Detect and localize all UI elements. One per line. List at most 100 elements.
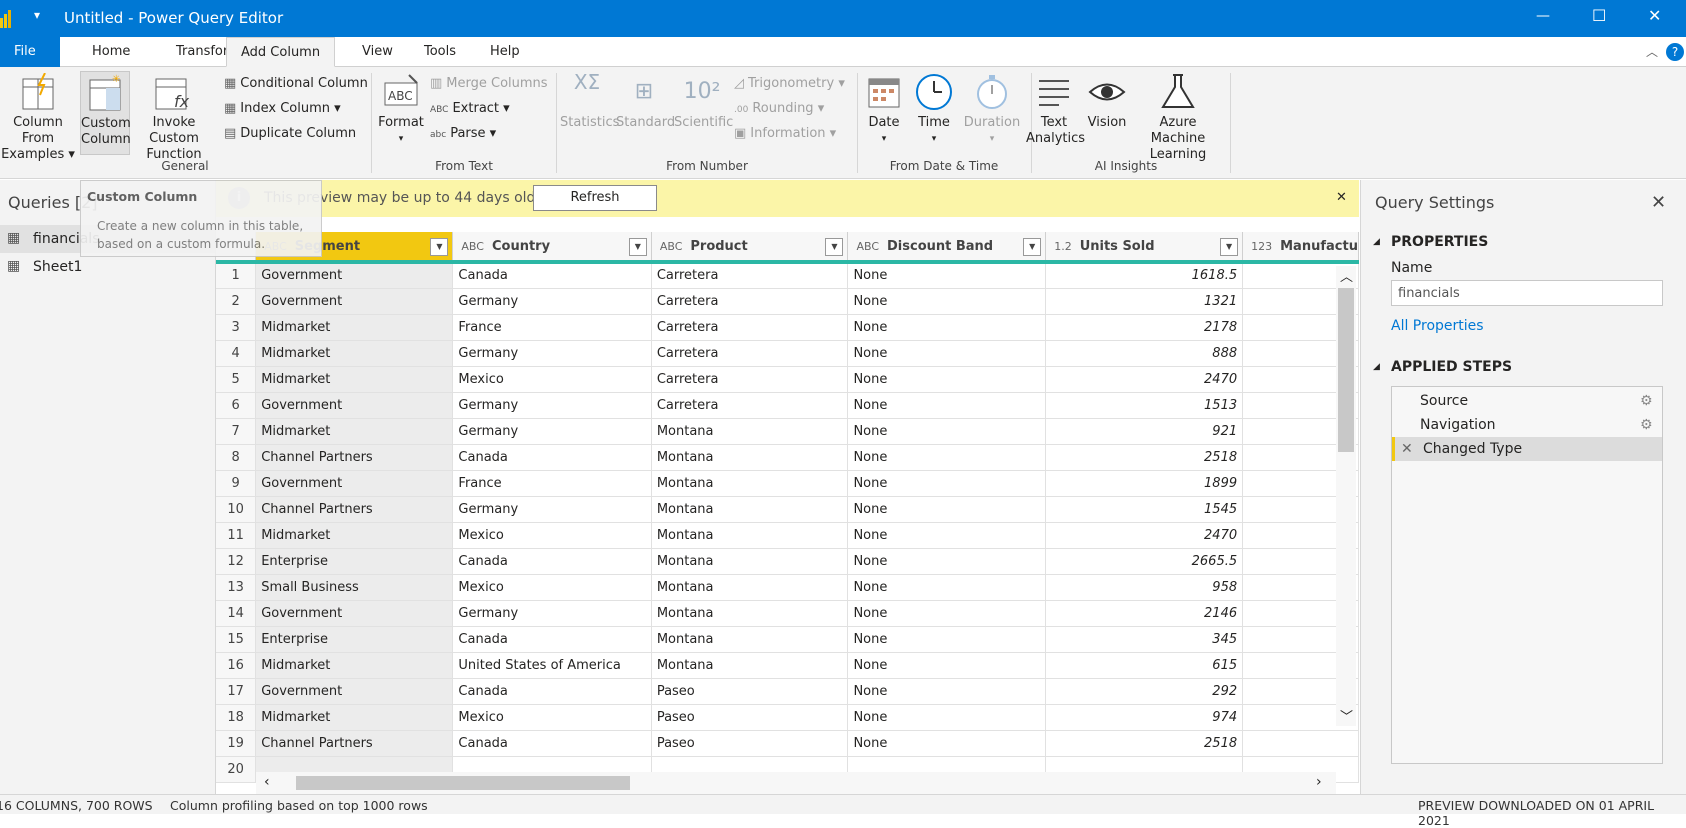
cell-manufacturing[interactable] — [1242, 730, 1359, 757]
row-number[interactable]: 20 — [216, 756, 257, 783]
integer-type-icon[interactable]: 123 — [1251, 240, 1272, 253]
cell-product[interactable]: Montana — [651, 652, 849, 679]
cell-product[interactable]: Montana — [651, 496, 849, 523]
step-source[interactable]: Source ⚙ — [1392, 389, 1662, 413]
scroll-right-icon[interactable]: › — [1316, 774, 1322, 790]
cell-product[interactable]: Carretera — [651, 262, 849, 289]
cell-segment[interactable]: Channel Partners — [255, 496, 454, 523]
cell-discount-band[interactable]: None — [847, 288, 1047, 315]
dismiss-message-icon[interactable]: ✕ — [1336, 190, 1347, 205]
tab-view[interactable]: View — [348, 37, 407, 67]
column-header-product[interactable]: ABC Product ▼ — [651, 232, 849, 264]
custom-column-button[interactable]: ✳ Custom Column — [80, 71, 131, 155]
cell-units-sold[interactable]: 292 — [1045, 678, 1244, 705]
cell-units-sold[interactable]: 1545 — [1045, 496, 1244, 523]
row-number[interactable]: 2 — [216, 288, 257, 315]
applied-steps-collapse-icon[interactable]: ◢ — [1373, 362, 1380, 372]
cell-country[interactable]: Germany — [452, 418, 652, 445]
cell-country[interactable]: Canada — [452, 730, 652, 757]
column-header-discount-band[interactable]: ABC Discount Band ▼ — [847, 232, 1047, 264]
scientific-button[interactable]: 10² Scientific — [674, 71, 733, 131]
column-header-country[interactable]: ABC Country ▼ — [452, 232, 652, 264]
cell-segment[interactable]: Enterprise — [255, 626, 454, 653]
standard-button[interactable]: ⊞ Standard — [616, 71, 675, 131]
row-number[interactable]: 11 — [216, 522, 257, 549]
maximize-button[interactable]: ☐ — [1592, 6, 1606, 25]
cell-segment[interactable]: Government — [255, 262, 454, 289]
cell-discount-band[interactable]: None — [847, 626, 1047, 653]
row-number[interactable]: 4 — [216, 340, 257, 367]
text-type-icon[interactable]: ABC — [461, 240, 484, 253]
cell-country[interactable]: Mexico — [452, 574, 652, 601]
cell-units-sold[interactable]: 921 — [1045, 418, 1244, 445]
parse-button[interactable]: abc Parse ▾ — [430, 123, 496, 145]
row-number[interactable]: 15 — [216, 626, 257, 653]
cell-segment[interactable]: Government — [255, 600, 454, 627]
name-field[interactable]: financials — [1391, 280, 1663, 306]
cell-product[interactable]: Montana — [651, 574, 849, 601]
duplicate-column-button[interactable]: ▤ Duplicate Column — [224, 123, 356, 145]
cell-discount-band[interactable]: None — [847, 496, 1047, 523]
step-navigation[interactable]: Navigation ⚙ — [1392, 413, 1662, 437]
cell-units-sold[interactable]: 2665.5 — [1045, 548, 1244, 575]
scroll-left-icon[interactable]: ‹ — [264, 774, 270, 790]
cell-product[interactable]: Montana — [651, 626, 849, 653]
vertical-scrollbar[interactable]: ︿ ﹀ — [1336, 266, 1356, 726]
tab-help[interactable]: Help — [476, 37, 534, 67]
all-properties-link[interactable]: All Properties — [1391, 318, 1484, 334]
cell-product[interactable]: Montana — [651, 548, 849, 575]
conditional-column-button[interactable]: ▦ Conditional Column — [224, 73, 368, 95]
scroll-thumb[interactable] — [1338, 288, 1354, 452]
cell-country[interactable]: United States of America — [452, 652, 652, 679]
filter-dropdown-icon[interactable]: ▼ — [430, 238, 449, 256]
row-number[interactable]: 6 — [216, 392, 257, 419]
cell-segment[interactable]: Midmarket — [255, 366, 454, 393]
rounding-button[interactable]: .00 Rounding ▾ — [734, 98, 824, 120]
row-number[interactable]: 13 — [216, 574, 257, 601]
time-button[interactable]: Time ▾ — [910, 71, 958, 147]
minimize-button[interactable]: — — [1536, 8, 1550, 24]
filter-dropdown-icon[interactable]: ▼ — [1023, 238, 1042, 256]
cell-product[interactable]: Carretera — [651, 366, 849, 393]
properties-collapse-icon[interactable]: ◢ — [1373, 237, 1380, 247]
cell-segment[interactable]: Government — [255, 678, 454, 705]
cell-discount-band[interactable]: None — [847, 470, 1047, 497]
text-type-icon[interactable]: ABC — [856, 240, 879, 253]
cell-product[interactable]: Paseo — [651, 704, 849, 731]
row-number[interactable]: 3 — [216, 314, 257, 341]
refresh-button[interactable]: Refresh — [533, 185, 657, 211]
cell-discount-band[interactable]: None — [847, 652, 1047, 679]
delete-step-icon[interactable]: ✕ — [1401, 437, 1413, 461]
cell-segment[interactable]: Midmarket — [255, 704, 454, 731]
filter-dropdown-icon[interactable]: ▼ — [1220, 238, 1239, 256]
cell-segment[interactable]: Midmarket — [255, 340, 454, 367]
cell-discount-band[interactable]: None — [847, 730, 1047, 757]
cell-segment[interactable]: Midmarket — [255, 418, 454, 445]
cell-segment[interactable]: Government — [255, 288, 454, 315]
cell-country[interactable]: Germany — [452, 288, 652, 315]
cell-units-sold[interactable]: 974 — [1045, 704, 1244, 731]
cell-product[interactable]: Paseo — [651, 730, 849, 757]
duration-button[interactable]: Duration ▾ — [960, 71, 1024, 147]
help-icon[interactable]: ? — [1666, 43, 1684, 61]
cell-product[interactable]: Montana — [651, 600, 849, 627]
cell-units-sold[interactable]: 1618.5 — [1045, 262, 1244, 289]
information-button[interactable]: ▣ Information ▾ — [734, 123, 836, 145]
cell-country[interactable]: Canada — [452, 444, 652, 471]
column-from-examples-button[interactable]: Column From Examples ▾ — [0, 71, 76, 163]
row-number[interactable]: 9 — [216, 470, 257, 497]
cell-country[interactable]: Mexico — [452, 522, 652, 549]
cell-segment[interactable]: Channel Partners — [255, 444, 454, 471]
cell-product[interactable]: Carretera — [651, 288, 849, 315]
filter-dropdown-icon[interactable]: ▼ — [628, 238, 647, 256]
quick-access-dropdown-icon[interactable]: ▾ — [34, 8, 40, 22]
column-header-units-sold[interactable]: 1.2 Units Sold ▼ — [1045, 232, 1244, 264]
row-number[interactable]: 1 — [216, 262, 257, 289]
cell-country[interactable]: Canada — [452, 548, 652, 575]
row-number[interactable]: 18 — [216, 704, 257, 731]
text-type-icon[interactable]: ABC — [660, 240, 683, 253]
cell-segment[interactable]: Small Business — [255, 574, 454, 601]
cell-segment[interactable]: Midmarket — [255, 314, 454, 341]
status-profiling-info[interactable]: Column profiling based on top 1000 rows — [170, 798, 428, 813]
cell-country[interactable]: France — [452, 314, 652, 341]
